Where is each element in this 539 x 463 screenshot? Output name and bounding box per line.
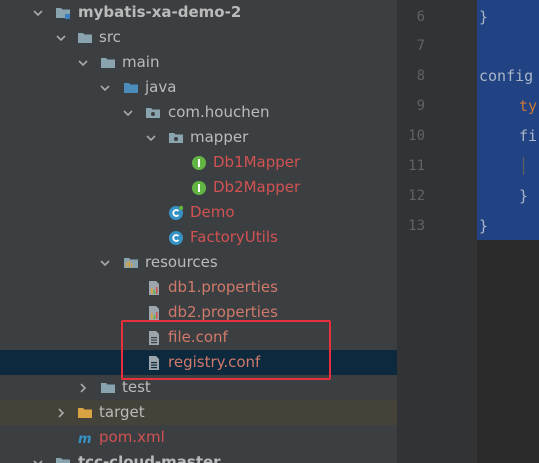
- line-number: 9: [416, 98, 425, 114]
- class-icon: [168, 230, 184, 246]
- folder-icon: [100, 380, 116, 396]
- tree-item-label: test: [122, 378, 151, 396]
- tree-item-db2mapper[interactable]: Db2Mapper: [0, 175, 397, 200]
- chevron-right-icon[interactable]: [77, 382, 89, 394]
- line-number: 8: [416, 68, 425, 84]
- code-line: ty: [519, 97, 538, 115]
- line-number: 13: [408, 218, 425, 234]
- tree-item-label: db2.properties: [168, 303, 278, 321]
- properties-file-icon: [146, 280, 162, 296]
- ide-window: mybatis-xa-demo-2 src main java com.houc…: [0, 0, 539, 463]
- interface-icon: [191, 180, 207, 196]
- code-indent-guide: │: [519, 157, 529, 175]
- tree-item-label: registry.conf: [168, 353, 261, 371]
- excluded-folder-icon: [77, 405, 93, 421]
- tree-item-label: Demo: [190, 203, 235, 221]
- module-folder-icon: [55, 455, 71, 463]
- code-line: }: [479, 8, 489, 26]
- tree-item-label: java: [145, 78, 177, 96]
- folder-icon: [77, 30, 93, 46]
- properties-file-icon: [146, 305, 162, 321]
- resources-folder-icon: [123, 255, 139, 271]
- tree-item-label: resources: [145, 253, 218, 271]
- chevron-down-icon[interactable]: [99, 257, 111, 269]
- tree-item-label: tcc-cloud-master: [78, 453, 221, 463]
- tree-item-db1-properties[interactable]: db1.properties: [0, 275, 397, 300]
- tree-item-db1mapper[interactable]: Db1Mapper: [0, 150, 397, 175]
- tree-item-label: FactoryUtils: [190, 228, 278, 246]
- tree-item-label: pom.xml: [99, 428, 165, 446]
- code-line: config: [479, 67, 534, 85]
- tree-item-label: com.houchen: [168, 103, 270, 121]
- tree-item-label: mybatis-xa-demo-2: [78, 3, 242, 21]
- line-number: 11: [408, 158, 425, 174]
- tree-item-resources[interactable]: resources: [0, 250, 397, 275]
- tree-item-registry-conf[interactable]: registry.conf: [0, 350, 397, 375]
- tree-item-db2-properties[interactable]: db2.properties: [0, 300, 397, 325]
- package-icon: [145, 105, 161, 121]
- tree-item-factoryutils[interactable]: FactoryUtils: [0, 225, 397, 250]
- project-tree: mybatis-xa-demo-2 src main java com.houc…: [0, 0, 397, 463]
- line-number: 12: [408, 188, 425, 204]
- editor-gutter: 6 7 8 9 10 11 12 13: [398, 0, 477, 463]
- tree-item-java[interactable]: java: [0, 75, 397, 100]
- tree-item-label: target: [99, 403, 145, 421]
- tree-item-pom-xml[interactable]: m pom.xml: [0, 425, 397, 450]
- chevron-down-icon[interactable]: [145, 132, 157, 144]
- tree-item-module[interactable]: mybatis-xa-demo-2: [0, 0, 397, 25]
- code-line: }: [479, 217, 489, 235]
- chevron-down-icon[interactable]: [99, 82, 111, 94]
- tree-item-package-com-houchen[interactable]: com.houchen: [0, 100, 397, 125]
- tree-item-demo[interactable]: Demo: [0, 200, 397, 225]
- tree-item-label: src: [99, 28, 121, 46]
- text-file-icon: [146, 355, 162, 371]
- line-number: 6: [416, 9, 425, 25]
- chevron-down-icon[interactable]: [55, 32, 67, 44]
- line-number: 7: [416, 38, 425, 54]
- tree-item-module-tcc[interactable]: tcc-cloud-master: [0, 450, 397, 463]
- code-line: fi: [519, 127, 538, 145]
- tree-item-target[interactable]: target: [0, 400, 397, 425]
- chevron-right-icon[interactable]: [55, 407, 67, 419]
- tree-item-main[interactable]: main: [0, 50, 397, 75]
- chevron-down-icon[interactable]: [32, 457, 44, 463]
- source-folder-icon: [123, 80, 139, 96]
- tree-item-package-mapper[interactable]: mapper: [0, 125, 397, 150]
- package-icon: [168, 130, 184, 146]
- tree-item-label: main: [122, 53, 160, 71]
- code-editor[interactable]: } config ty fi │ } }: [477, 0, 539, 463]
- text-file-icon: [146, 330, 162, 346]
- code-line: }: [519, 187, 529, 205]
- tree-item-label: Db2Mapper: [213, 178, 301, 196]
- tree-item-label: file.conf: [168, 328, 228, 346]
- tree-item-label: Db1Mapper: [213, 153, 301, 171]
- maven-icon: m: [77, 430, 93, 446]
- chevron-down-icon[interactable]: [122, 107, 134, 119]
- module-folder-icon: [55, 5, 71, 21]
- tree-item-label: db1.properties: [168, 278, 278, 296]
- interface-icon: [191, 155, 207, 171]
- tree-item-file-conf[interactable]: file.conf: [0, 325, 397, 350]
- line-number: 10: [408, 128, 425, 144]
- text-selection: [477, 30, 539, 60]
- tree-item-src[interactable]: src: [0, 25, 397, 50]
- class-icon: [168, 205, 184, 221]
- chevron-down-icon[interactable]: [77, 57, 89, 69]
- tree-item-label: mapper: [190, 128, 249, 146]
- svg-text:m: m: [78, 432, 92, 446]
- folder-icon: [100, 55, 116, 71]
- chevron-down-icon[interactable]: [32, 7, 44, 19]
- tree-item-test[interactable]: test: [0, 375, 397, 400]
